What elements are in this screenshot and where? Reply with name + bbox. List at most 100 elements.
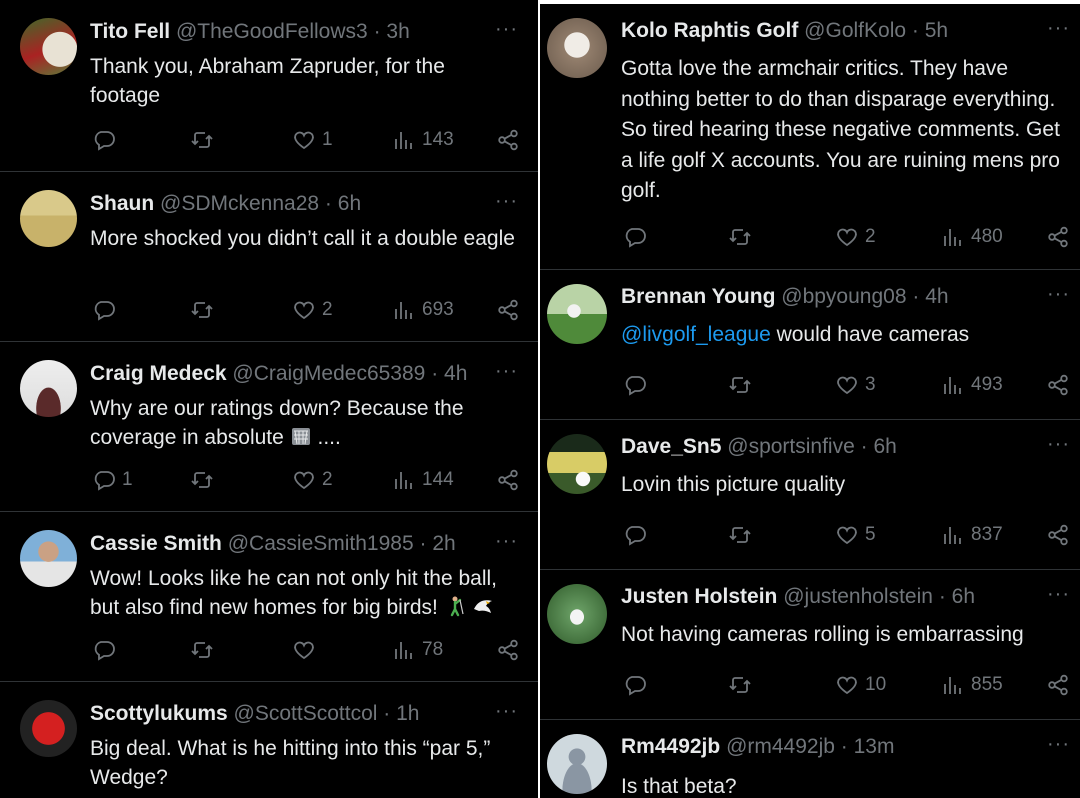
author-name[interactable]: Craig Medeck <box>90 362 227 385</box>
more-options-icon[interactable]: ··· <box>495 530 518 553</box>
reply-button[interactable] <box>92 635 122 665</box>
views-button[interactable]: 144 <box>392 465 454 495</box>
more-options-icon[interactable]: ··· <box>495 190 518 213</box>
reply-button[interactable] <box>92 295 122 325</box>
retweet-button[interactable] <box>728 670 752 700</box>
avatar[interactable] <box>547 434 607 494</box>
like-button[interactable]: 2 <box>835 222 876 252</box>
author-handle[interactable]: @justenholstein <box>783 585 933 608</box>
more-options-icon[interactable]: ··· <box>495 700 518 723</box>
reply-button[interactable]: 1 <box>92 465 133 495</box>
avatar[interactable] <box>20 360 77 417</box>
like-button[interactable]: 2 <box>292 465 333 495</box>
avatar[interactable] <box>547 584 607 644</box>
like-button[interactable]: 10 <box>835 670 886 700</box>
author-handle[interactable]: @ScottScottcol <box>234 702 378 725</box>
retweet-button[interactable] <box>728 370 752 400</box>
tweet[interactable]: Justen Holstein @justenholstein · 6h ···… <box>540 570 1080 720</box>
author-name[interactable]: Shaun <box>90 192 154 215</box>
timestamp[interactable]: 2h <box>432 532 455 555</box>
more-options-icon[interactable]: ··· <box>1047 433 1070 456</box>
views-button[interactable]: 837 <box>941 520 1003 550</box>
author-handle[interactable]: @CassieSmith1985 <box>228 532 414 555</box>
timestamp[interactable]: 6h <box>338 192 361 215</box>
tweet[interactable]: Kolo Raphtis Golf @GolfKolo · 5h ··· Got… <box>540 4 1080 270</box>
author-name[interactable]: Rm4492jb <box>621 735 720 758</box>
avatar[interactable] <box>20 18 77 75</box>
author-handle[interactable]: @sportsinfive <box>727 435 855 458</box>
like-button[interactable] <box>292 635 322 665</box>
tweet[interactable]: Scottylukums @ScottScottcol · 1h ··· Big… <box>0 682 538 798</box>
author-name[interactable]: Brennan Young <box>621 285 775 308</box>
retweet-button[interactable] <box>190 465 214 495</box>
author-handle[interactable]: @CraigMedec65389 <box>232 362 425 385</box>
tweet[interactable]: Rm4492jb @rm4492jb · 13m ··· Is that bet… <box>540 720 1080 798</box>
more-options-icon[interactable]: ··· <box>1047 733 1070 756</box>
timestamp[interactable]: 1h <box>396 702 419 725</box>
author-name[interactable]: Tito Fell <box>90 20 170 43</box>
avatar[interactable] <box>547 18 607 78</box>
avatar[interactable] <box>20 700 77 757</box>
more-options-icon[interactable]: ··· <box>495 360 518 383</box>
timestamp[interactable]: 4h <box>444 362 467 385</box>
tweet[interactable]: Craig Medeck @CraigMedec65389 · 4h ··· W… <box>0 342 538 512</box>
tweet[interactable]: Brennan Young @bpyoung08 · 4h ··· @livgo… <box>540 270 1080 420</box>
author-handle[interactable]: @SDMckenna28 <box>160 192 319 215</box>
share-button[interactable] <box>1046 670 1070 700</box>
share-button[interactable] <box>1046 520 1070 550</box>
more-options-icon[interactable]: ··· <box>495 18 518 41</box>
views-button[interactable]: 480 <box>941 222 1003 252</box>
like-button[interactable]: 5 <box>835 520 876 550</box>
share-button[interactable] <box>1046 222 1070 252</box>
author-name[interactable]: Dave_Sn5 <box>621 435 721 458</box>
share-button[interactable] <box>496 465 520 495</box>
share-button[interactable] <box>496 635 520 665</box>
views-button[interactable]: 143 <box>392 125 454 155</box>
default-avatar[interactable] <box>547 734 607 794</box>
views-button[interactable]: 693 <box>392 295 454 325</box>
author-handle[interactable]: @TheGoodFellows3 <box>176 20 368 43</box>
author-handle[interactable]: @rm4492jb <box>726 735 835 758</box>
retweet-button[interactable] <box>190 295 214 325</box>
retweet-button[interactable] <box>728 222 752 252</box>
share-button[interactable] <box>496 125 520 155</box>
author-name[interactable]: Cassie Smith <box>90 532 222 555</box>
timestamp[interactable]: 6h <box>952 585 975 608</box>
reply-button[interactable] <box>623 670 653 700</box>
more-options-icon[interactable]: ··· <box>1047 283 1070 306</box>
reply-button[interactable] <box>623 222 653 252</box>
author-name[interactable]: Scottylukums <box>90 702 228 725</box>
mention-link[interactable]: @livgolf_league <box>621 323 771 346</box>
views-button[interactable]: 493 <box>941 370 1003 400</box>
author-handle[interactable]: @bpyoung08 <box>781 285 906 308</box>
reply-button[interactable] <box>92 125 122 155</box>
tweet[interactable]: Shaun @SDMckenna28 · 6h ··· More shocked… <box>0 172 538 342</box>
timestamp[interactable]: 5h <box>925 19 948 42</box>
author-name[interactable]: Kolo Raphtis Golf <box>621 19 798 42</box>
more-options-icon[interactable]: ··· <box>1047 583 1070 606</box>
tweet[interactable]: Dave_Sn5 @sportsinfive · 6h ··· Lovin th… <box>540 420 1080 570</box>
avatar[interactable] <box>20 190 77 247</box>
like-button[interactable]: 1 <box>292 125 333 155</box>
views-button[interactable]: 78 <box>392 635 443 665</box>
avatar[interactable] <box>20 530 77 587</box>
avatar[interactable] <box>547 284 607 344</box>
share-button[interactable] <box>1046 370 1070 400</box>
timestamp[interactable]: 3h <box>386 20 409 43</box>
retweet-button[interactable] <box>190 635 214 665</box>
like-button[interactable]: 2 <box>292 295 333 325</box>
timestamp[interactable]: 13m <box>854 735 895 758</box>
views-button[interactable]: 855 <box>941 670 1003 700</box>
retweet-button[interactable] <box>728 520 752 550</box>
tweet[interactable]: Cassie Smith @CassieSmith1985 · 2h ··· W… <box>0 512 538 682</box>
tweet[interactable]: Tito Fell @TheGoodFellows3 · 3h ··· Than… <box>0 0 538 172</box>
retweet-button[interactable] <box>190 125 214 155</box>
like-button[interactable]: 3 <box>835 370 876 400</box>
author-handle[interactable]: @GolfKolo <box>804 19 906 42</box>
timestamp[interactable]: 4h <box>925 285 948 308</box>
more-options-icon[interactable]: ··· <box>1047 17 1070 40</box>
reply-button[interactable] <box>623 520 653 550</box>
reply-button[interactable] <box>623 370 653 400</box>
share-button[interactable] <box>496 295 520 325</box>
timestamp[interactable]: 6h <box>873 435 896 458</box>
